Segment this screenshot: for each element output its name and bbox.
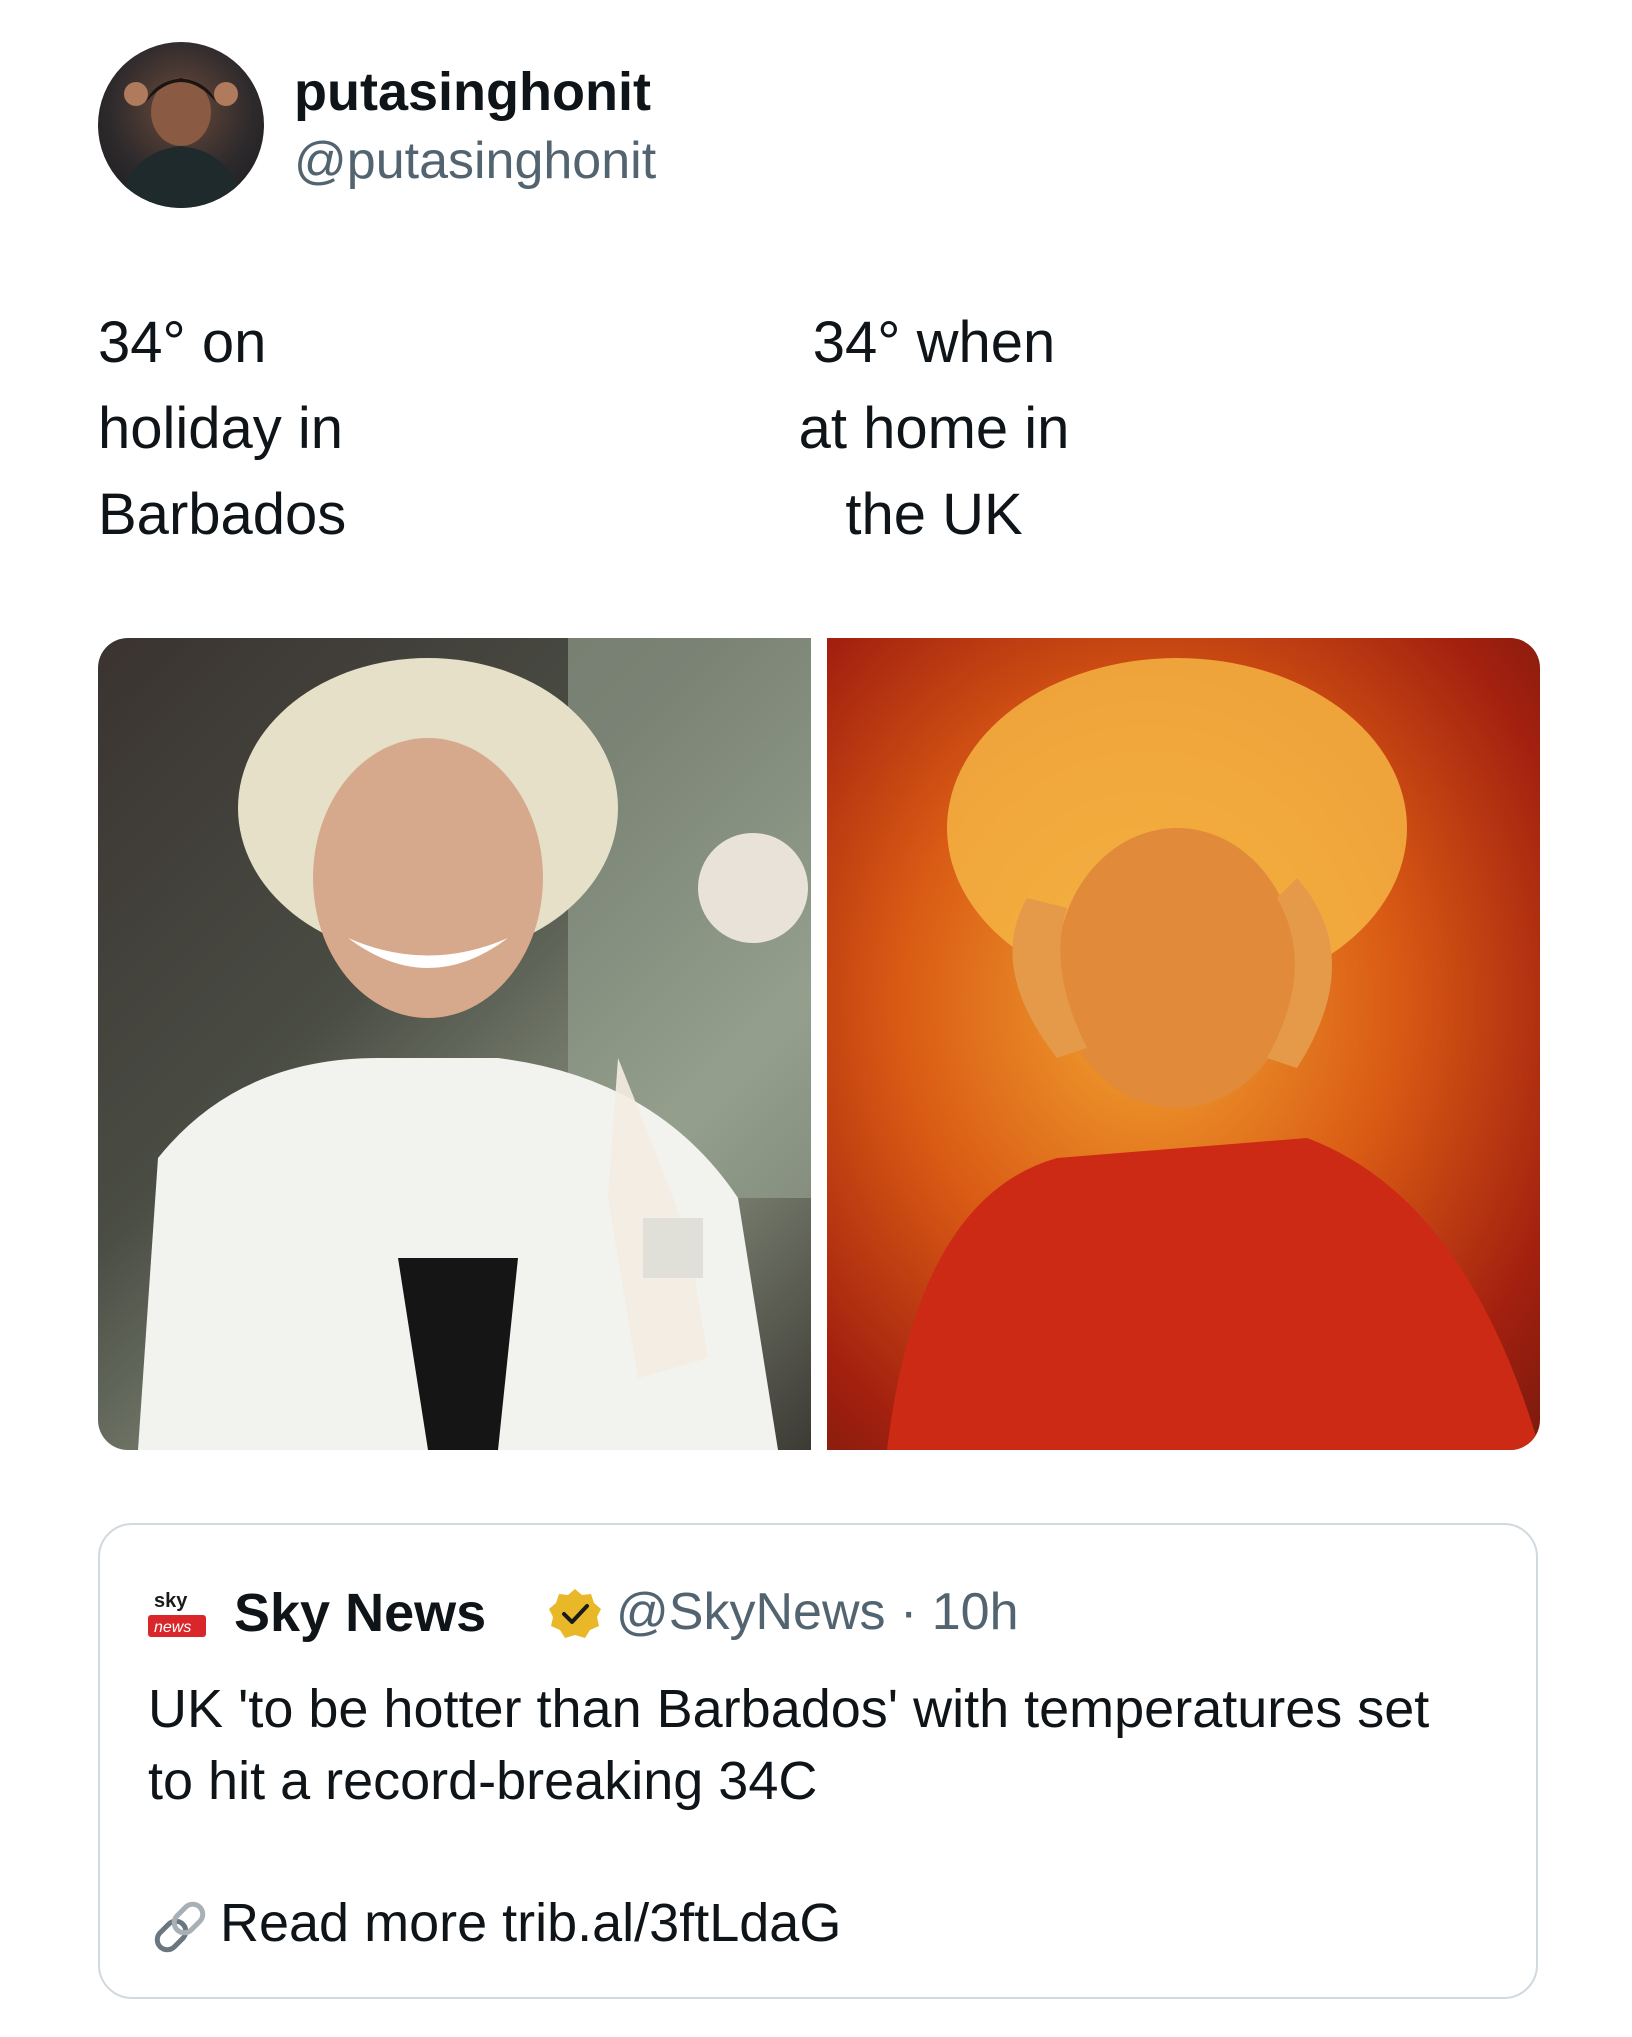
photo-right-illustration — [887, 658, 1540, 1450]
sky-news-logo-graphic: sky news — [148, 1590, 206, 1637]
author-display-name[interactable]: putasinghonit — [294, 60, 651, 125]
avatar[interactable] — [98, 42, 264, 208]
post-header: putasinghonit @putasinghonit — [98, 42, 1298, 212]
sky-news-logo[interactable]: sky news — [148, 1585, 206, 1641]
photo-right[interactable] — [827, 638, 1540, 1450]
verified-badge-icon-graphic — [549, 1589, 601, 1638]
quoted-author-name[interactable]: Sky News — [234, 1581, 486, 1646]
quoted-post[interactable]: sky news Sky News @SkyNews · 10h UK 'to … — [98, 1523, 1538, 1999]
post-media[interactable] — [98, 638, 1540, 1450]
logo-text-top: sky — [154, 1590, 188, 1612]
quoted-post-header: sky news Sky News @SkyNews · 10h — [148, 1577, 1488, 1647]
quoted-author-handle[interactable]: @SkyNews — [616, 1583, 886, 1641]
separator-dot: · — [899, 1583, 918, 1641]
caption-left: 34° on holiday in Barbados — [98, 310, 347, 547]
verified-badge-icon — [548, 1587, 602, 1641]
caption-right: 34° when at home in the UK — [798, 310, 1070, 547]
author-handle[interactable]: @putasinghonit — [294, 130, 656, 192]
read-more-link[interactable]: Read more trib.al/3ftLdaG — [220, 1891, 841, 1956]
avatar-photo — [118, 78, 244, 208]
quoted-post-text: UK 'to be hotter than Barbados' with tem… — [148, 1679, 1430, 1811]
quoted-timestamp[interactable]: 10h — [932, 1583, 1019, 1641]
photo-left-illustration — [138, 638, 811, 1450]
link-icon-graphic — [154, 1901, 206, 1953]
quoted-author-handle-row: @SkyNews · 10h — [616, 1581, 1019, 1643]
photo-left[interactable] — [98, 638, 811, 1450]
logo-text-bottom: news — [154, 1619, 191, 1636]
link-icon — [148, 1895, 212, 1959]
